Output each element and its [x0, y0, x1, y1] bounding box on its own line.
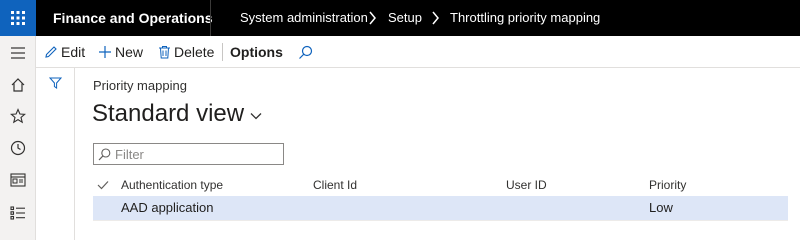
checkmark-icon	[97, 181, 109, 190]
grid-header: Authentication type Client Id User ID Pr…	[93, 174, 800, 196]
top-bar: Finance and Operations System administra…	[0, 0, 800, 36]
hamburger-icon[interactable]	[9, 44, 27, 62]
breadcrumb-throttling-priority-mapping[interactable]: Throttling priority mapping	[450, 0, 600, 36]
cell-authentication-type[interactable]: AAD application	[121, 196, 214, 220]
chevron-right-icon	[432, 11, 439, 25]
left-navigation	[0, 36, 36, 240]
column-header-priority[interactable]: Priority	[649, 174, 686, 196]
breadcrumb-system-administration[interactable]: System administration	[240, 0, 368, 36]
pencil-icon	[45, 46, 57, 58]
view-selector[interactable]: Standard view	[92, 100, 262, 128]
list-icon[interactable]	[9, 204, 27, 222]
delete-button[interactable]: Delete	[158, 36, 214, 68]
column-header-user-id[interactable]: User ID	[506, 174, 547, 196]
workspace-icon[interactable]	[9, 171, 27, 189]
search-button[interactable]	[298, 36, 316, 68]
column-header-authentication-type[interactable]: Authentication type	[121, 174, 223, 196]
app-name[interactable]: Finance and Operations	[53, 0, 212, 36]
edit-label: Edit	[61, 44, 86, 60]
cell-priority[interactable]: Low	[649, 196, 673, 220]
options-button[interactable]: Options	[230, 36, 283, 68]
select-all-checkmark[interactable]	[97, 174, 109, 197]
plus-icon	[99, 46, 111, 58]
new-button[interactable]: New	[98, 36, 143, 68]
action-pane: Edit New Delete Options	[36, 36, 800, 68]
home-icon[interactable]	[9, 76, 27, 94]
filter-field[interactable]	[93, 143, 284, 165]
breadcrumb-setup[interactable]: Setup	[388, 0, 422, 36]
search-icon	[98, 147, 111, 160]
app-launcher-button[interactable]	[0, 0, 36, 36]
table-row[interactable]: AAD application Low	[93, 196, 788, 220]
new-label: New	[115, 44, 144, 60]
filter-input[interactable]	[115, 146, 275, 162]
action-divider	[222, 43, 223, 61]
column-header-client-id[interactable]: Client Id	[313, 174, 357, 196]
topbar-divider	[210, 0, 211, 36]
clock-icon[interactable]	[9, 139, 27, 157]
search-icon	[299, 45, 313, 59]
chevron-down-icon	[250, 113, 262, 120]
star-icon[interactable]	[9, 107, 27, 125]
funnel-icon[interactable]	[49, 77, 62, 89]
edit-button[interactable]: Edit	[44, 36, 85, 68]
options-label: Options	[230, 44, 283, 60]
chevron-right-icon	[369, 11, 376, 25]
delete-label: Delete	[174, 44, 215, 60]
row-divider	[93, 220, 788, 221]
trash-icon	[159, 46, 170, 59]
view-name: Standard view	[92, 100, 245, 127]
filter-pane-column	[36, 68, 75, 240]
form-caption: Priority mapping	[93, 78, 187, 93]
waffle-icon	[11, 11, 25, 25]
